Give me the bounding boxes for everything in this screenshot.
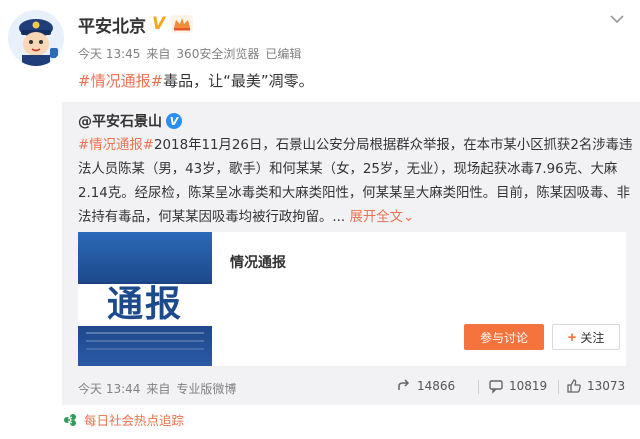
follow-label: 关注 <box>580 330 605 345</box>
share-icon <box>398 379 410 390</box>
post-text: #情况通报#毒品，让“最美”凋零。 <box>78 70 314 91</box>
post-time[interactable]: 今天 13:45 <box>78 45 140 62</box>
verified-badge: V <box>166 113 182 129</box>
hot-topic-text[interactable]: 每日社会热点追踪 <box>84 410 184 429</box>
verified-badge: V <box>152 13 166 34</box>
share-count: 14866 <box>417 379 456 393</box>
expand-chevron-icon[interactable]: ⌄ <box>403 210 414 225</box>
repost-source[interactable]: 专业版微博 <box>176 380 236 397</box>
card-title[interactable]: 情况通报 <box>230 252 286 272</box>
comment-count: 10819 <box>509 379 548 393</box>
divider <box>558 380 559 394</box>
comment-icon <box>489 380 503 394</box>
hot-topic-icon <box>64 413 76 426</box>
comment-action[interactable]: 10819 <box>488 378 547 394</box>
repost-footer: 今天 13:44 来自 专业版微博 14866 10819 13073 <box>78 378 634 398</box>
repost-author-row: @平安石景山 V <box>78 110 182 132</box>
card-thumbnail[interactable]: 通报 <box>78 232 212 366</box>
repost-source-prefix: 来自 <box>146 382 171 396</box>
police-avatar-icon <box>8 10 64 66</box>
like-action[interactable]: 13073 <box>566 378 625 394</box>
repost-text: #情况通报#2018年11月26日，石景山公安分局根据群众举报，在本市某小区抓获… <box>78 134 634 230</box>
thumbnail-lines <box>86 332 204 334</box>
share-action[interactable]: 14866 <box>396 378 455 394</box>
author-name[interactable]: 平安北京 <box>78 12 146 37</box>
repost-author[interactable]: @平安石景山 <box>78 111 162 131</box>
expand-link[interactable]: 展开全文 <box>349 210 403 225</box>
weibo-post: 平安北京 V 今天 13:45 来自 360安全浏览器 已编辑 #情况通报#毒品… <box>0 0 640 439</box>
link-card[interactable]: 通报 情况通报 参与讨论 + 关注 <box>78 232 626 366</box>
edited-label[interactable]: 已编辑 <box>265 45 301 62</box>
thumbnail-text: 通报 <box>106 284 183 325</box>
source-prefix: 来自 <box>146 47 171 61</box>
repost-hashtag-link[interactable]: #情况通报# <box>78 138 154 153</box>
crown-icon[interactable] <box>171 15 194 33</box>
follow-button[interactable]: + 关注 <box>552 324 620 350</box>
post-text-body: 毒品，让“最美”凋零。 <box>163 72 314 90</box>
avatar[interactable] <box>8 10 64 66</box>
repost-time[interactable]: 今天 13:44 <box>78 380 140 397</box>
discuss-button[interactable]: 参与讨论 <box>464 324 544 350</box>
like-icon <box>567 379 581 393</box>
thumbnail-header <box>78 232 212 282</box>
author-row: 平安北京 V <box>78 12 194 37</box>
post-source[interactable]: 360安全浏览器 <box>176 45 259 62</box>
divider <box>478 380 479 394</box>
post-meta: 今天 13:45 来自 360安全浏览器 已编辑 <box>78 45 301 62</box>
repost-meta: 今天 13:44 来自 专业版微博 <box>78 380 236 397</box>
hashtag-link[interactable]: #情况通报# <box>78 72 163 90</box>
like-count: 13073 <box>587 379 626 393</box>
repost-box: @平安石景山 V #情况通报#2018年11月26日，石景山公安分局根据群众举报… <box>62 102 640 405</box>
plus-icon: + <box>567 328 577 346</box>
chevron-down-icon[interactable] <box>610 14 624 24</box>
hot-topic-link[interactable]: 每日社会热点追踪 <box>62 410 184 429</box>
thumbnail-banner: 通报 <box>78 284 212 326</box>
